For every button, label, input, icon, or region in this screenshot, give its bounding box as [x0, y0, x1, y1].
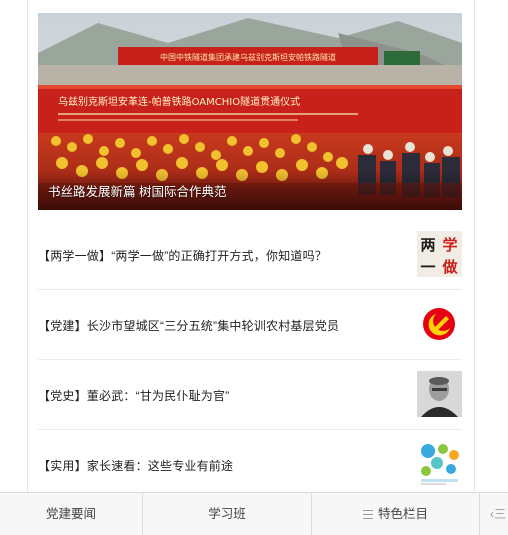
article-title: 【实用】家长速看：这些专业有前途 [38, 459, 234, 473]
thumb-char: 两 [420, 236, 435, 254]
hero-caption: 书丝路发展新篇 树国际合作典范 [48, 185, 227, 199]
tab-more-label: ‹三 [490, 507, 506, 521]
liangxue-yizuo-thumb: 两 学 一 做 [417, 231, 462, 277]
list-item[interactable]: 【两学一做】“两学一做”的正确打开方式，你知道吗？ 两 学 一 做 [38, 220, 462, 290]
tab-label: 特色栏目 [377, 507, 428, 521]
portrait-thumb [417, 371, 462, 417]
article-title: 【党史】董必武：“甘为民仆耻为官” [38, 389, 230, 403]
list-item[interactable]: 【党史】董必武：“甘为民仆耻为官” [38, 360, 462, 430]
thumb-char: 学 [442, 236, 457, 254]
menu-icon [362, 510, 373, 519]
article-list: 【两学一做】“两学一做”的正确打开方式，你知道吗？ 两 学 一 做 【党建】长沙… [38, 220, 462, 492]
bottom-nav: 党建要闻 学习班 特色栏目 ‹三 [0, 492, 508, 535]
tab-more[interactable]: ‹三 [480, 493, 508, 535]
tab-label: 党建要闻 [45, 507, 96, 521]
thumb-char: 做 [441, 258, 458, 276]
content-card: 中国中铁隧道集团承建乌兹别克斯坦安帕铁路隧道 乌兹别克斯坦安革连-帕普铁路OAM… [27, 0, 475, 492]
tab-study-class[interactable]: 学习班 [143, 493, 312, 535]
thumb-char: 一 [420, 258, 435, 276]
party-emblem-thumb [417, 301, 462, 347]
list-item[interactable]: 【实用】家长速看：这些专业有前途 [38, 430, 462, 492]
tab-label: 学习班 [208, 507, 246, 521]
tab-featured-columns[interactable]: 特色栏目 [312, 493, 480, 535]
hero-banner[interactable]: 中国中铁隧道集团承建乌兹别克斯坦安帕铁路隧道 乌兹别克斯坦安革连-帕普铁路OAM… [38, 13, 462, 210]
hero-caption-overlay: 书丝路发展新篇 树国际合作典范 [38, 170, 462, 210]
article-title: 【党建】长沙市望城区“三分五统”集中轮训农村基层党员 [38, 319, 340, 333]
top-banner-text: 中国中铁隧道集团承建乌兹别克斯坦安帕铁路隧道 [160, 52, 336, 62]
stage-banner-text: 乌兹别克斯坦安革连-帕普铁路OAMCHIO隧道贯通仪式 [58, 95, 300, 108]
list-item[interactable]: 【党建】长沙市望城区“三分五统”集中轮训农村基层党员 [38, 290, 462, 360]
tab-party-news[interactable]: 党建要闻 [0, 493, 143, 535]
article-title: 【两学一做】“两学一做”的正确打开方式，你知道吗？ [38, 249, 327, 263]
infographic-thumb [417, 441, 462, 487]
